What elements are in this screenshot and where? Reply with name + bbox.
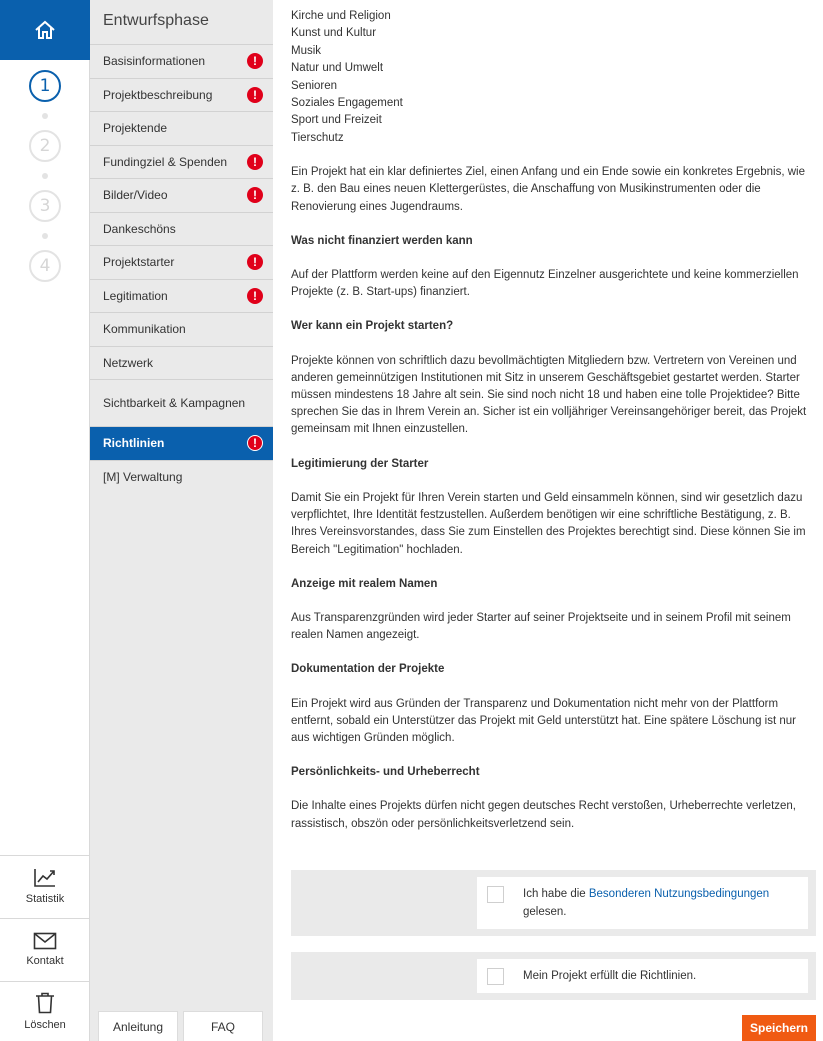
terms-check-row: Ich habe die Besonderen Nutzungsbedingun… <box>477 877 808 929</box>
step-dot <box>42 173 48 179</box>
home-icon <box>35 20 55 39</box>
terms-checkbox[interactable] <box>487 886 504 903</box>
section-heading: Wer kann ein Projekt starten? <box>291 320 454 333</box>
category-item: Senioren <box>291 79 338 92</box>
menu-item-label: Projektstarter <box>103 255 175 270</box>
guidelines-content: Kirche und Religion Kunst und Kultur Musik… <box>291 8 816 833</box>
guidelines-panel: Mein Projekt erfüllt die Richtlinien. <box>291 952 816 1000</box>
home-button[interactable] <box>0 0 90 60</box>
guidelines-checkbox[interactable] <box>487 968 504 985</box>
terms-label: Ich habe die Besonderen Nutzungsbedingun… <box>523 885 769 921</box>
menu-item-label: Bilder/Video <box>103 188 168 203</box>
section-text: Projekte können von schriftlich dazu bev… <box>291 354 807 436</box>
section-heading: Was nicht finanziert werden kann <box>291 234 473 247</box>
guidelines-label: Mein Projekt erfüllt die Richtlinien. <box>523 970 697 982</box>
warning-icon: ! <box>247 435 263 452</box>
trash-icon <box>36 992 54 1014</box>
section-text: Auf der Plattform werden keine auf den E… <box>291 269 799 299</box>
menu-item-label: [M] Verwaltung <box>103 469 183 484</box>
warning-icon: ! <box>247 254 263 271</box>
menu-item-label: Projektende <box>103 121 168 136</box>
step-4: 4 <box>29 250 61 282</box>
menu-item[interactable]: Fundingziel & Spenden! <box>90 144 273 179</box>
menu-item[interactable]: Basisinformationen! <box>90 44 273 78</box>
step-dot <box>42 233 48 239</box>
intro-text: Ein Projekt hat ein klar definiertes Zie… <box>291 166 805 213</box>
left-rail: 1 2 3 4 Statistik Kontakt Löschen <box>0 0 90 1041</box>
terms-suffix: gelesen. <box>523 906 567 918</box>
section-text: Ein Projekt wird aus Gründen der Transpa… <box>291 697 796 744</box>
terms-prefix: Ich habe die <box>523 888 589 900</box>
category-list: Kirche und Religion Kunst und Kultur Musik… <box>291 8 816 147</box>
guidelines-check-row: Mein Projekt erfüllt die Richtlinien. <box>477 959 808 993</box>
menu-item[interactable]: Sichtbarkeit & Kampagnen <box>90 379 273 426</box>
category-item: Natur und Umwelt <box>291 62 384 75</box>
menu-list: Basisinformationen! Projektbeschreibung! P… <box>90 44 273 493</box>
category-item: Soziales Engagement <box>291 97 403 110</box>
faq-button[interactable]: FAQ <box>183 1011 263 1041</box>
save-button[interactable]: Speichern <box>742 1015 816 1041</box>
section-menu: Entwurfsphase Basisinformationen! Projekt… <box>90 0 273 1041</box>
section-text: Damit Sie ein Projekt für Ihren Verein s… <box>291 491 806 556</box>
menu-item-label: Netzwerk <box>103 355 154 370</box>
section-text: Die Inhalte eines Projekts dürfen nicht … <box>291 800 797 830</box>
warning-icon: ! <box>247 153 263 170</box>
step-2: 2 <box>29 130 61 162</box>
kontakt-button[interactable]: Kontakt <box>0 918 90 980</box>
step-3: 3 <box>29 190 61 222</box>
kontakt-label: Kontakt <box>26 955 64 967</box>
menu-item[interactable]: [M] Verwaltung <box>90 459 273 494</box>
menu-item[interactable]: Projektstarter! <box>90 245 273 279</box>
category-item: Kirche und Religion <box>291 10 391 22</box>
category-item: Tierschutz <box>291 131 344 144</box>
statistik-button[interactable]: Statistik <box>0 855 90 917</box>
chart-icon <box>34 869 55 887</box>
menu-item[interactable]: Projektbeschreibung! <box>90 77 273 112</box>
category-item: Sport und Freizeit <box>291 114 382 127</box>
menu-item[interactable]: Kommunikation <box>90 312 273 346</box>
menu-item-label: Legitimation <box>103 288 168 303</box>
category-item: Musik <box>291 44 322 57</box>
warning-icon: ! <box>247 53 263 70</box>
menu-item[interactable]: Dankeschöns <box>90 211 273 246</box>
menu-item-label: Projektbeschreibung <box>103 87 213 102</box>
menu-footer: Anleitung FAQ <box>90 1011 273 1041</box>
section-heading: Anzeige mit realem Namen <box>291 577 438 590</box>
menu-item[interactable]: Richtlinien! <box>90 426 273 460</box>
menu-item-label: Dankeschöns <box>103 221 176 236</box>
section-heading: Legitimierung der Starter <box>291 457 429 470</box>
menu-item-label: Kommunikation <box>103 322 186 337</box>
warning-icon: ! <box>247 187 263 204</box>
section-heading: Persönlichkeits- und Urheberrecht <box>291 766 480 779</box>
menu-item[interactable]: Bilder/Video! <box>90 178 273 212</box>
phase-title: Entwurfsphase <box>103 12 209 29</box>
step-dot <box>42 113 48 119</box>
warning-icon: ! <box>247 287 263 304</box>
menu-item[interactable]: Legitimation! <box>90 278 273 313</box>
terms-link[interactable]: Besonderen Nutzungsbedingungen <box>589 888 769 900</box>
section-text: Aus Transparenzgründen wird jeder Starte… <box>291 611 791 642</box>
mail-icon <box>33 932 57 950</box>
warning-icon: ! <box>247 86 263 103</box>
step-indicator: 1 2 3 4 <box>0 70 90 282</box>
loeschen-label: Löschen <box>24 1019 66 1031</box>
menu-item-label: Fundingziel & Spenden <box>103 154 228 169</box>
statistik-label: Statistik <box>25 893 65 905</box>
guideline-sections: Was nicht finanziert werden kann Auf der … <box>291 233 816 833</box>
terms-panel: Ich habe die Besonderen Nutzungsbedingun… <box>291 870 816 936</box>
menu-item-label: Basisinformationen <box>103 54 206 69</box>
menu-item-label: Sichtbarkeit & Kampagnen <box>103 395 246 410</box>
menu-item[interactable]: Netzwerk <box>90 345 273 380</box>
category-item: Kunst und Kultur <box>291 27 377 40</box>
anleitung-button[interactable]: Anleitung <box>98 1011 178 1041</box>
menu-item-label: Richtlinien <box>103 436 165 451</box>
menu-item[interactable]: Projektende <box>90 111 273 145</box>
section-heading: Dokumentation der Projekte <box>291 663 445 676</box>
loeschen-button[interactable]: Löschen <box>0 981 90 1041</box>
step-1[interactable]: 1 <box>29 70 61 102</box>
